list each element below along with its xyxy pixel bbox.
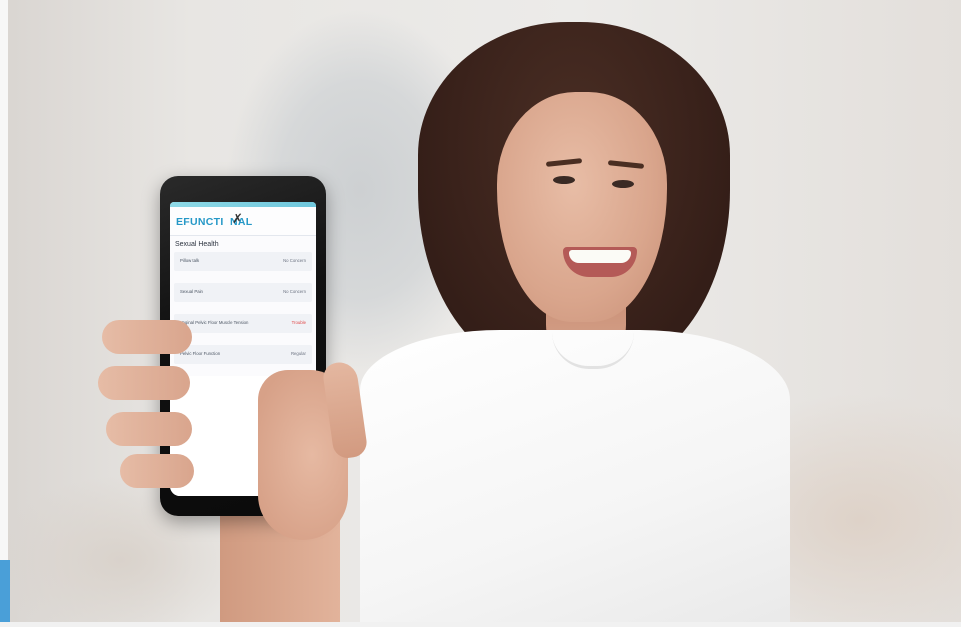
item-label: Pillow talk bbox=[180, 258, 200, 263]
app-header: EFUNCTI NAL ✗ bbox=[170, 207, 316, 236]
bottom-edge bbox=[0, 622, 961, 627]
little-finger bbox=[120, 454, 194, 488]
item-label: Sexual Pain bbox=[180, 289, 203, 294]
list-item[interactable]: Pillow talk No Concern bbox=[174, 252, 312, 271]
ring-finger bbox=[106, 412, 192, 446]
logo-figure-icon: ✗ bbox=[232, 211, 243, 226]
right-eye bbox=[612, 180, 634, 188]
item-status: No Concern bbox=[283, 289, 306, 294]
white-t-shirt bbox=[360, 330, 790, 627]
teeth bbox=[569, 250, 631, 263]
left-edge bbox=[0, 0, 8, 627]
hand bbox=[98, 300, 369, 540]
photo-background: EFUNCTI NAL ✗ Sexual Health Pillow talk … bbox=[0, 0, 961, 627]
woman-face bbox=[497, 92, 667, 322]
section-title: Sexual Health bbox=[175, 241, 219, 248]
left-eye bbox=[553, 176, 575, 184]
index-finger bbox=[102, 320, 192, 354]
item-status: No Concern bbox=[283, 258, 306, 263]
corner-accent bbox=[0, 560, 10, 627]
middle-finger bbox=[98, 366, 190, 400]
